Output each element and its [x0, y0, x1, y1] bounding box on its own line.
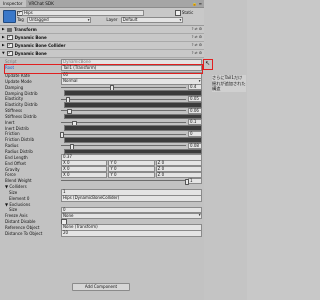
component-enabled-checkbox[interactable]	[7, 42, 13, 49]
tag-dropdown[interactable]: Untagged	[27, 17, 92, 24]
layer-label: Layer	[106, 17, 118, 23]
inspector-panel: Inspector VRChat SDK 🔒 ≡ Hips Static Tag…	[0, 0, 204, 300]
elasticity-slider[interactable]	[61, 97, 186, 103]
callout-line-2: 揺れが追加された構造	[212, 80, 246, 92]
tab-bar: Inspector VRChat SDK 🔒 ≡	[0, 0, 204, 8]
tag-layer-row: Tag Untagged Layer Default	[17, 17, 202, 24]
component-enabled-checkbox[interactable]	[7, 50, 13, 57]
object-name-field[interactable]: Hips	[22, 10, 144, 17]
highlight-box	[4, 64, 203, 74]
damping-slider[interactable]	[61, 85, 186, 92]
component-transform[interactable]: ▶ Transform ? ⇄ ⚙	[0, 26, 204, 34]
annotation-callout: さらにTail1だけ 揺れが追加された構造	[212, 75, 246, 92]
inert-slider[interactable]	[61, 120, 186, 127]
distance-to-object-field[interactable]: 20	[61, 230, 202, 237]
gameobject-icon	[3, 10, 16, 23]
add-component-button[interactable]: Add Component	[72, 283, 130, 291]
transform-icon	[7, 27, 12, 32]
component-enabled-checkbox[interactable]	[7, 34, 13, 41]
lock-icon[interactable]: 🔒 ≡	[192, 1, 204, 6]
blend-weight-slider[interactable]	[61, 178, 190, 185]
static-label: Static	[181, 10, 194, 15]
stiffness-slider[interactable]	[61, 108, 186, 115]
component-menu-icon[interactable]: ? ⇄ ⚙	[192, 27, 204, 32]
radius-slider[interactable]	[61, 143, 186, 150]
callout-line-1: さらにTail1だけ	[212, 75, 243, 80]
side-panel	[204, 0, 247, 300]
tag-label: Tag	[17, 17, 24, 23]
object-header: Hips Static Tag Untagged Layer Default	[0, 8, 204, 26]
distance-to-object-row: Distance To Object 20	[0, 230, 204, 237]
tab-vrchat-sdk[interactable]: VRChat SDK	[26, 0, 57, 7]
friction-slider[interactable]	[59, 132, 186, 138]
tab-inspector[interactable]: Inspector	[0, 0, 26, 7]
component-dynamic-bone-collider[interactable]: ▶ Dynamic Bone Collider ? ⇄ ⚙	[0, 42, 204, 50]
layer-dropdown[interactable]: Default	[120, 17, 183, 24]
component-dynamic-bone-1[interactable]: ▶ Dynamic Bone ? ⇄ ⚙	[0, 34, 204, 42]
component-menu-icon[interactable]: ? ⇄ ⚙	[192, 35, 204, 40]
component-menu-icon[interactable]: ? ⇄ ⚙	[192, 51, 204, 56]
static-checkbox[interactable]	[175, 10, 181, 16]
component-menu-icon[interactable]: ? ⇄ ⚙	[192, 43, 204, 48]
component-dynamic-bone-2[interactable]: ▼ Dynamic Bone ? ⇄ ⚙	[0, 50, 204, 58]
arrow-icon: ↖	[205, 60, 211, 67]
